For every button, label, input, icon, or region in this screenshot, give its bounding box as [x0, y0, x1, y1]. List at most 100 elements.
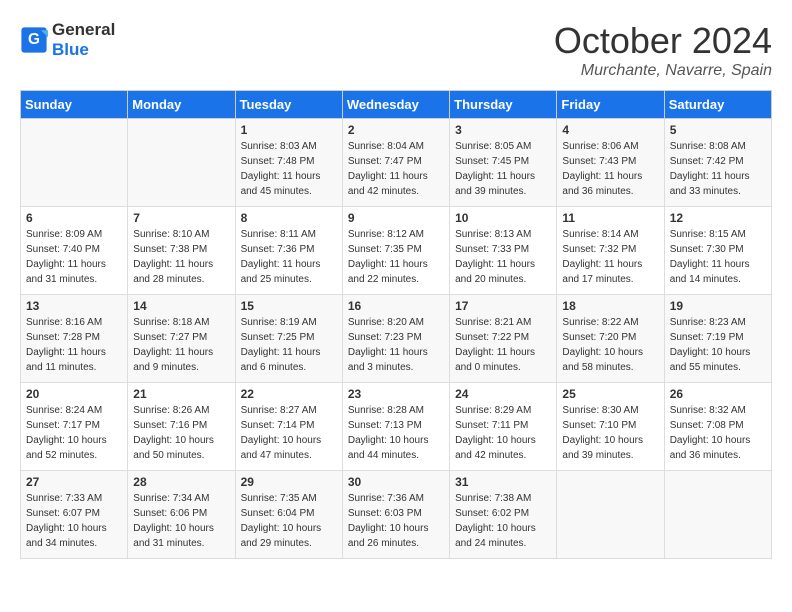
logo: G General Blue: [20, 20, 115, 60]
day-info: Sunrise: 8:16 AMSunset: 7:28 PMDaylight:…: [26, 317, 106, 373]
day-info: Sunrise: 8:30 AMSunset: 7:10 PMDaylight:…: [562, 405, 643, 461]
day-number: 25: [562, 387, 658, 401]
day-info: Sunrise: 8:15 AMSunset: 7:30 PMDaylight:…: [670, 229, 750, 285]
day-number: 23: [348, 387, 444, 401]
calendar-cell: 17 Sunrise: 8:21 AMSunset: 7:22 PMDaylig…: [450, 295, 557, 383]
day-number: 8: [241, 211, 337, 225]
calendar-cell: 20 Sunrise: 8:24 AMSunset: 7:17 PMDaylig…: [21, 383, 128, 471]
day-number: 7: [133, 211, 229, 225]
day-number: 18: [562, 299, 658, 313]
day-info: Sunrise: 8:27 AMSunset: 7:14 PMDaylight:…: [241, 405, 322, 461]
calendar-cell: 21 Sunrise: 8:26 AMSunset: 7:16 PMDaylig…: [128, 383, 235, 471]
calendar-week-row: 6 Sunrise: 8:09 AMSunset: 7:40 PMDayligh…: [21, 207, 772, 295]
day-number: 2: [348, 123, 444, 137]
calendar-cell: 28 Sunrise: 7:34 AMSunset: 6:06 PMDaylig…: [128, 471, 235, 559]
weekday-header-friday: Friday: [557, 91, 664, 119]
calendar-cell: 25 Sunrise: 8:30 AMSunset: 7:10 PMDaylig…: [557, 383, 664, 471]
page-header: G General Blue October 2024 Murchante, N…: [20, 20, 772, 80]
calendar-cell: [128, 119, 235, 207]
month-title: October 2024: [554, 20, 772, 62]
day-info: Sunrise: 8:05 AMSunset: 7:45 PMDaylight:…: [455, 141, 535, 197]
calendar-cell: 31 Sunrise: 7:38 AMSunset: 6:02 PMDaylig…: [450, 471, 557, 559]
calendar-cell: 3 Sunrise: 8:05 AMSunset: 7:45 PMDayligh…: [450, 119, 557, 207]
day-number: 3: [455, 123, 551, 137]
day-number: 19: [670, 299, 766, 313]
day-info: Sunrise: 8:26 AMSunset: 7:16 PMDaylight:…: [133, 405, 214, 461]
calendar-cell: 13 Sunrise: 8:16 AMSunset: 7:28 PMDaylig…: [21, 295, 128, 383]
weekday-header-thursday: Thursday: [450, 91, 557, 119]
calendar-cell: 22 Sunrise: 8:27 AMSunset: 7:14 PMDaylig…: [235, 383, 342, 471]
day-number: 9: [348, 211, 444, 225]
day-info: Sunrise: 8:28 AMSunset: 7:13 PMDaylight:…: [348, 405, 429, 461]
day-number: 20: [26, 387, 122, 401]
calendar-cell: [664, 471, 771, 559]
calendar-cell: 10 Sunrise: 8:13 AMSunset: 7:33 PMDaylig…: [450, 207, 557, 295]
calendar-cell: 11 Sunrise: 8:14 AMSunset: 7:32 PMDaylig…: [557, 207, 664, 295]
weekday-header-row: SundayMondayTuesdayWednesdayThursdayFrid…: [21, 91, 772, 119]
calendar-cell: 12 Sunrise: 8:15 AMSunset: 7:30 PMDaylig…: [664, 207, 771, 295]
day-info: Sunrise: 8:19 AMSunset: 7:25 PMDaylight:…: [241, 317, 321, 373]
weekday-header-tuesday: Tuesday: [235, 91, 342, 119]
calendar-cell: 19 Sunrise: 8:23 AMSunset: 7:19 PMDaylig…: [664, 295, 771, 383]
calendar-cell: 18 Sunrise: 8:22 AMSunset: 7:20 PMDaylig…: [557, 295, 664, 383]
calendar-cell: 5 Sunrise: 8:08 AMSunset: 7:42 PMDayligh…: [664, 119, 771, 207]
day-info: Sunrise: 8:14 AMSunset: 7:32 PMDaylight:…: [562, 229, 642, 285]
day-number: 12: [670, 211, 766, 225]
day-info: Sunrise: 8:18 AMSunset: 7:27 PMDaylight:…: [133, 317, 213, 373]
calendar-cell: 29 Sunrise: 7:35 AMSunset: 6:04 PMDaylig…: [235, 471, 342, 559]
title-block: October 2024 Murchante, Navarre, Spain: [554, 20, 772, 80]
day-number: 28: [133, 475, 229, 489]
calendar-cell: 24 Sunrise: 8:29 AMSunset: 7:11 PMDaylig…: [450, 383, 557, 471]
calendar-cell: 9 Sunrise: 8:12 AMSunset: 7:35 PMDayligh…: [342, 207, 449, 295]
day-info: Sunrise: 8:22 AMSunset: 7:20 PMDaylight:…: [562, 317, 643, 373]
calendar-week-row: 13 Sunrise: 8:16 AMSunset: 7:28 PMDaylig…: [21, 295, 772, 383]
calendar-cell: 30 Sunrise: 7:36 AMSunset: 6:03 PMDaylig…: [342, 471, 449, 559]
day-number: 11: [562, 211, 658, 225]
calendar-cell: [21, 119, 128, 207]
day-number: 31: [455, 475, 551, 489]
day-number: 13: [26, 299, 122, 313]
calendar-cell: 15 Sunrise: 8:19 AMSunset: 7:25 PMDaylig…: [235, 295, 342, 383]
calendar-table: SundayMondayTuesdayWednesdayThursdayFrid…: [20, 90, 772, 559]
calendar-cell: [557, 471, 664, 559]
calendar-cell: 23 Sunrise: 8:28 AMSunset: 7:13 PMDaylig…: [342, 383, 449, 471]
day-number: 10: [455, 211, 551, 225]
logo-icon: G: [20, 26, 48, 54]
calendar-cell: 1 Sunrise: 8:03 AMSunset: 7:48 PMDayligh…: [235, 119, 342, 207]
calendar-cell: 26 Sunrise: 8:32 AMSunset: 7:08 PMDaylig…: [664, 383, 771, 471]
day-info: Sunrise: 7:38 AMSunset: 6:02 PMDaylight:…: [455, 493, 536, 549]
day-number: 26: [670, 387, 766, 401]
svg-text:G: G: [28, 31, 40, 48]
calendar-cell: 14 Sunrise: 8:18 AMSunset: 7:27 PMDaylig…: [128, 295, 235, 383]
day-number: 15: [241, 299, 337, 313]
day-number: 27: [26, 475, 122, 489]
calendar-cell: 2 Sunrise: 8:04 AMSunset: 7:47 PMDayligh…: [342, 119, 449, 207]
weekday-header-wednesday: Wednesday: [342, 91, 449, 119]
day-number: 5: [670, 123, 766, 137]
day-info: Sunrise: 8:32 AMSunset: 7:08 PMDaylight:…: [670, 405, 751, 461]
weekday-header-sunday: Sunday: [21, 91, 128, 119]
day-number: 6: [26, 211, 122, 225]
day-info: Sunrise: 8:12 AMSunset: 7:35 PMDaylight:…: [348, 229, 428, 285]
calendar-week-row: 1 Sunrise: 8:03 AMSunset: 7:48 PMDayligh…: [21, 119, 772, 207]
calendar-week-row: 20 Sunrise: 8:24 AMSunset: 7:17 PMDaylig…: [21, 383, 772, 471]
day-number: 17: [455, 299, 551, 313]
location-title: Murchante, Navarre, Spain: [554, 62, 772, 80]
day-number: 24: [455, 387, 551, 401]
weekday-header-saturday: Saturday: [664, 91, 771, 119]
day-info: Sunrise: 7:35 AMSunset: 6:04 PMDaylight:…: [241, 493, 322, 549]
day-number: 29: [241, 475, 337, 489]
day-number: 21: [133, 387, 229, 401]
day-info: Sunrise: 8:21 AMSunset: 7:22 PMDaylight:…: [455, 317, 535, 373]
day-number: 4: [562, 123, 658, 137]
day-info: Sunrise: 8:11 AMSunset: 7:36 PMDaylight:…: [241, 229, 321, 285]
day-number: 22: [241, 387, 337, 401]
day-number: 1: [241, 123, 337, 137]
day-info: Sunrise: 8:03 AMSunset: 7:48 PMDaylight:…: [241, 141, 321, 197]
day-info: Sunrise: 8:04 AMSunset: 7:47 PMDaylight:…: [348, 141, 428, 197]
day-info: Sunrise: 8:08 AMSunset: 7:42 PMDaylight:…: [670, 141, 750, 197]
calendar-cell: 27 Sunrise: 7:33 AMSunset: 6:07 PMDaylig…: [21, 471, 128, 559]
logo-general: General: [52, 20, 115, 39]
day-info: Sunrise: 8:13 AMSunset: 7:33 PMDaylight:…: [455, 229, 535, 285]
day-info: Sunrise: 8:06 AMSunset: 7:43 PMDaylight:…: [562, 141, 642, 197]
